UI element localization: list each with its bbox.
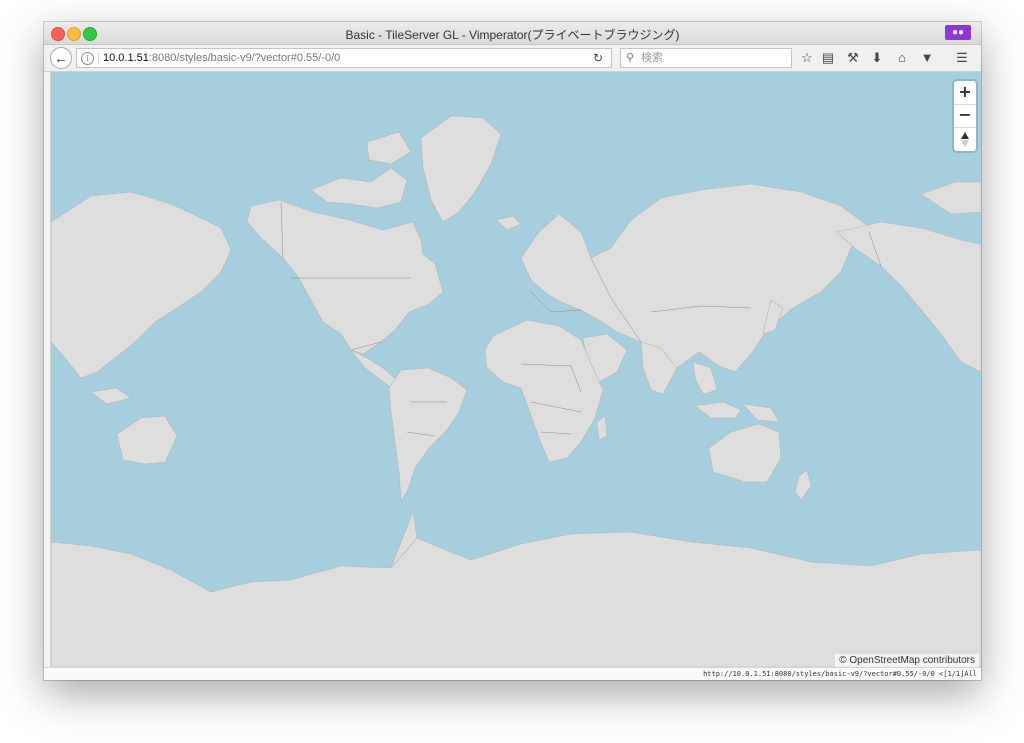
hamburger-menu-icon[interactable]: ☰ — [953, 49, 971, 67]
status-text: http://10.0.1.51:8080/styles/basic-v9/?v… — [703, 670, 977, 678]
map-attribution[interactable]: © OpenStreetMap contributors — [835, 654, 979, 667]
title-bar: Basic - TileServer GL - Vimperator(プライベー… — [44, 22, 981, 45]
url-path: :8080/styles/basic-v9/?vector#0.55/-0/0 — [148, 52, 341, 64]
back-arrow-icon: ← — [54, 50, 68, 66]
search-input[interactable]: ⚲ 検索 — [620, 48, 792, 68]
search-icon: ⚲ — [626, 52, 635, 64]
eurasia-wrap-west — [51, 191, 232, 379]
reading-list-icon[interactable]: ▤ — [819, 49, 837, 67]
zoom-in-button[interactable]: + — [954, 81, 976, 105]
north-america — [246, 199, 444, 355]
zoom-control: + − — [954, 81, 976, 151]
compass-icon[interactable] — [954, 128, 976, 151]
mask-icon: ●● — [945, 25, 971, 40]
sidebar-splitter[interactable] — [44, 72, 51, 667]
window-title: Basic - TileServer GL - Vimperator(プライベー… — [345, 28, 680, 42]
browser-window: Basic - TileServer GL - Vimperator(プライベー… — [44, 22, 981, 680]
compass-south — [961, 140, 969, 147]
navigation-bar: ← i 10.0.1.51:8080/styles/basic-v9/?vect… — [44, 45, 981, 72]
page-content: + − © OpenStreetMap contributors — [44, 72, 981, 667]
compass-north — [961, 132, 969, 139]
search-placeholder: 検索 — [641, 52, 663, 64]
download-icon[interactable]: ⬇ — [868, 49, 886, 67]
bookmark-star-icon[interactable]: ☆ — [798, 49, 816, 67]
reload-icon[interactable]: ↻ — [593, 49, 603, 67]
zoom-out-button[interactable]: − — [954, 104, 976, 128]
australia-wrap-west — [116, 415, 178, 465]
greenland — [420, 115, 502, 223]
pocket-icon[interactable]: ▼ — [918, 49, 936, 67]
info-icon[interactable]: i — [81, 52, 94, 65]
arctic-islands — [310, 167, 408, 209]
url-host: 10.0.1.51 — [103, 52, 149, 64]
url-text[interactable]: 10.0.1.51:8080/styles/basic-v9/?vector#0… — [103, 49, 340, 67]
world-map — [51, 115, 981, 667]
home-icon[interactable]: ⌂ — [893, 49, 911, 67]
south-america — [388, 367, 468, 501]
australia — [708, 423, 782, 483]
map-canvas[interactable]: + − © OpenStreetMap contributors — [51, 72, 981, 667]
antarctica — [51, 531, 981, 667]
status-bar: http://10.0.1.51:8080/styles/basic-v9/?v… — [44, 667, 981, 680]
url-bar[interactable]: i 10.0.1.51:8080/styles/basic-v9/?vector… — [76, 48, 612, 68]
north-america-wrap-east — [836, 221, 981, 373]
wrench-icon[interactable]: ⚒ — [844, 49, 862, 67]
url-separator — [98, 52, 99, 64]
back-button[interactable]: ← — [50, 47, 72, 69]
